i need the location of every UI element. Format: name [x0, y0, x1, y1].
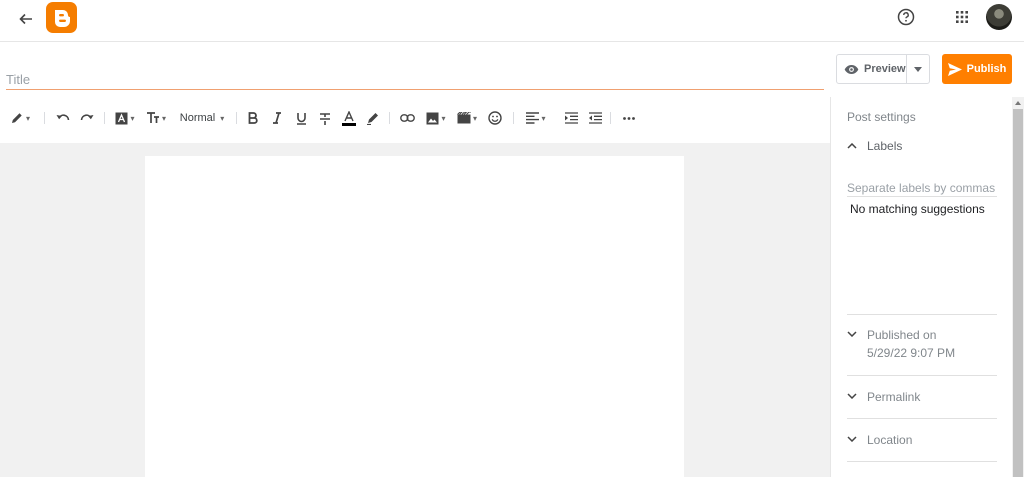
post-title-input[interactable]: [6, 70, 824, 90]
apps-button[interactable]: [950, 5, 974, 29]
divider: [847, 375, 997, 376]
preview-dropdown-button[interactable]: [907, 55, 929, 83]
permalink-section-toggle[interactable]: Permalink: [847, 388, 920, 406]
published-date: 5/29/22 9:07 PM: [867, 346, 956, 360]
align-left-icon: [526, 112, 540, 124]
more-horizontal-icon: [623, 116, 635, 120]
location-section-toggle[interactable]: Location: [847, 431, 912, 449]
undo-button[interactable]: [53, 104, 73, 132]
eye-icon: [844, 64, 859, 74]
preview-label: Preview: [864, 63, 906, 75]
redo-icon: [80, 114, 94, 121]
indent-decrease-button[interactable]: [585, 104, 605, 132]
scrollbar-thumb[interactable]: [1013, 109, 1023, 477]
italic-button[interactable]: [268, 104, 286, 132]
labels-section-toggle[interactable]: Labels: [847, 139, 902, 153]
published-section-toggle[interactable]: Published on 5/29/22 9:07 PM: [847, 326, 955, 362]
divider: [847, 314, 997, 315]
highlighter-icon: [367, 113, 378, 125]
insert-video-button[interactable]: ▾: [454, 104, 480, 132]
insert-image-button[interactable]: ▾: [423, 104, 449, 132]
highlight-color-button[interactable]: [364, 104, 382, 132]
divider: [847, 418, 997, 419]
indent-increase-icon: [564, 112, 578, 124]
pencil-icon: [11, 113, 22, 123]
font-family-button[interactable]: ▾: [112, 104, 138, 132]
video-icon: [457, 112, 471, 124]
top-bar: [0, 0, 1024, 42]
link-icon: [399, 114, 415, 122]
insert-emoji-button[interactable]: [485, 104, 505, 132]
permalink-label: Permalink: [867, 390, 921, 404]
chevron-down-icon: [847, 436, 857, 442]
paragraph-style-dropdown[interactable]: Normal ▾: [176, 104, 228, 132]
caret-down-icon: [914, 66, 922, 72]
bold-button[interactable]: [244, 104, 262, 132]
apps-grid-icon: [956, 11, 968, 23]
help-button[interactable]: [894, 5, 918, 29]
publish-label: Publish: [966, 63, 1007, 75]
blogger-logo[interactable]: [46, 2, 77, 33]
divider: [847, 461, 997, 462]
paragraph-style-label: Normal: [179, 112, 216, 124]
indent-decrease-icon: [588, 112, 602, 124]
bold-icon: [248, 112, 258, 124]
italic-icon: [273, 112, 281, 124]
blogger-b-icon: [54, 9, 70, 27]
emoji-icon: [488, 111, 502, 125]
post-settings-sidebar: Post settings Labels No matching suggest…: [830, 97, 1024, 477]
text-color-icon: [342, 110, 356, 126]
chevron-up-icon: [847, 143, 857, 149]
labels-input[interactable]: [847, 179, 997, 197]
user-avatar[interactable]: [986, 4, 1012, 30]
scroll-up-arrow[interactable]: [1013, 98, 1023, 108]
image-icon: [426, 112, 439, 124]
more-options-button[interactable]: [619, 104, 639, 132]
indent-increase-button[interactable]: [561, 104, 581, 132]
back-button[interactable]: [14, 7, 38, 31]
font-size-button[interactable]: ▾: [143, 104, 169, 132]
chevron-down-icon: [847, 331, 857, 337]
arrow-left-icon: [19, 13, 32, 25]
font-icon: [115, 112, 128, 124]
help-circle-icon: [897, 8, 915, 26]
published-label: Published on: [867, 328, 937, 342]
undo-icon: [56, 114, 70, 121]
publish-button[interactable]: Publish: [942, 54, 1012, 84]
chevron-down-icon: [847, 393, 857, 399]
text-size-icon: [146, 112, 159, 123]
location-label: Location: [867, 433, 913, 447]
text-color-button[interactable]: [340, 104, 358, 132]
alignment-button[interactable]: ▾: [522, 104, 550, 132]
strikethrough-button[interactable]: [316, 104, 334, 132]
underline-button[interactable]: [292, 104, 310, 132]
post-body-editor[interactable]: [145, 156, 684, 477]
underline-icon: [296, 112, 306, 125]
preview-group: Preview: [836, 54, 930, 84]
no-suggestions-text: No matching suggestions: [850, 202, 985, 216]
caret-up-icon: [1015, 101, 1021, 105]
labels-title: Labels: [867, 139, 903, 153]
insert-link-button[interactable]: [397, 104, 417, 132]
formatting-toolbar: ▾ ▾ ▾ Normal ▾ ▾ ▾ ▾: [0, 104, 830, 132]
send-icon: [947, 62, 962, 76]
strikethrough-icon: [320, 112, 330, 125]
preview-button[interactable]: Preview: [837, 55, 907, 83]
redo-button[interactable]: [77, 104, 97, 132]
post-settings-heading: Post settings: [847, 110, 916, 124]
compose-mode-button[interactable]: ▾: [6, 104, 34, 132]
